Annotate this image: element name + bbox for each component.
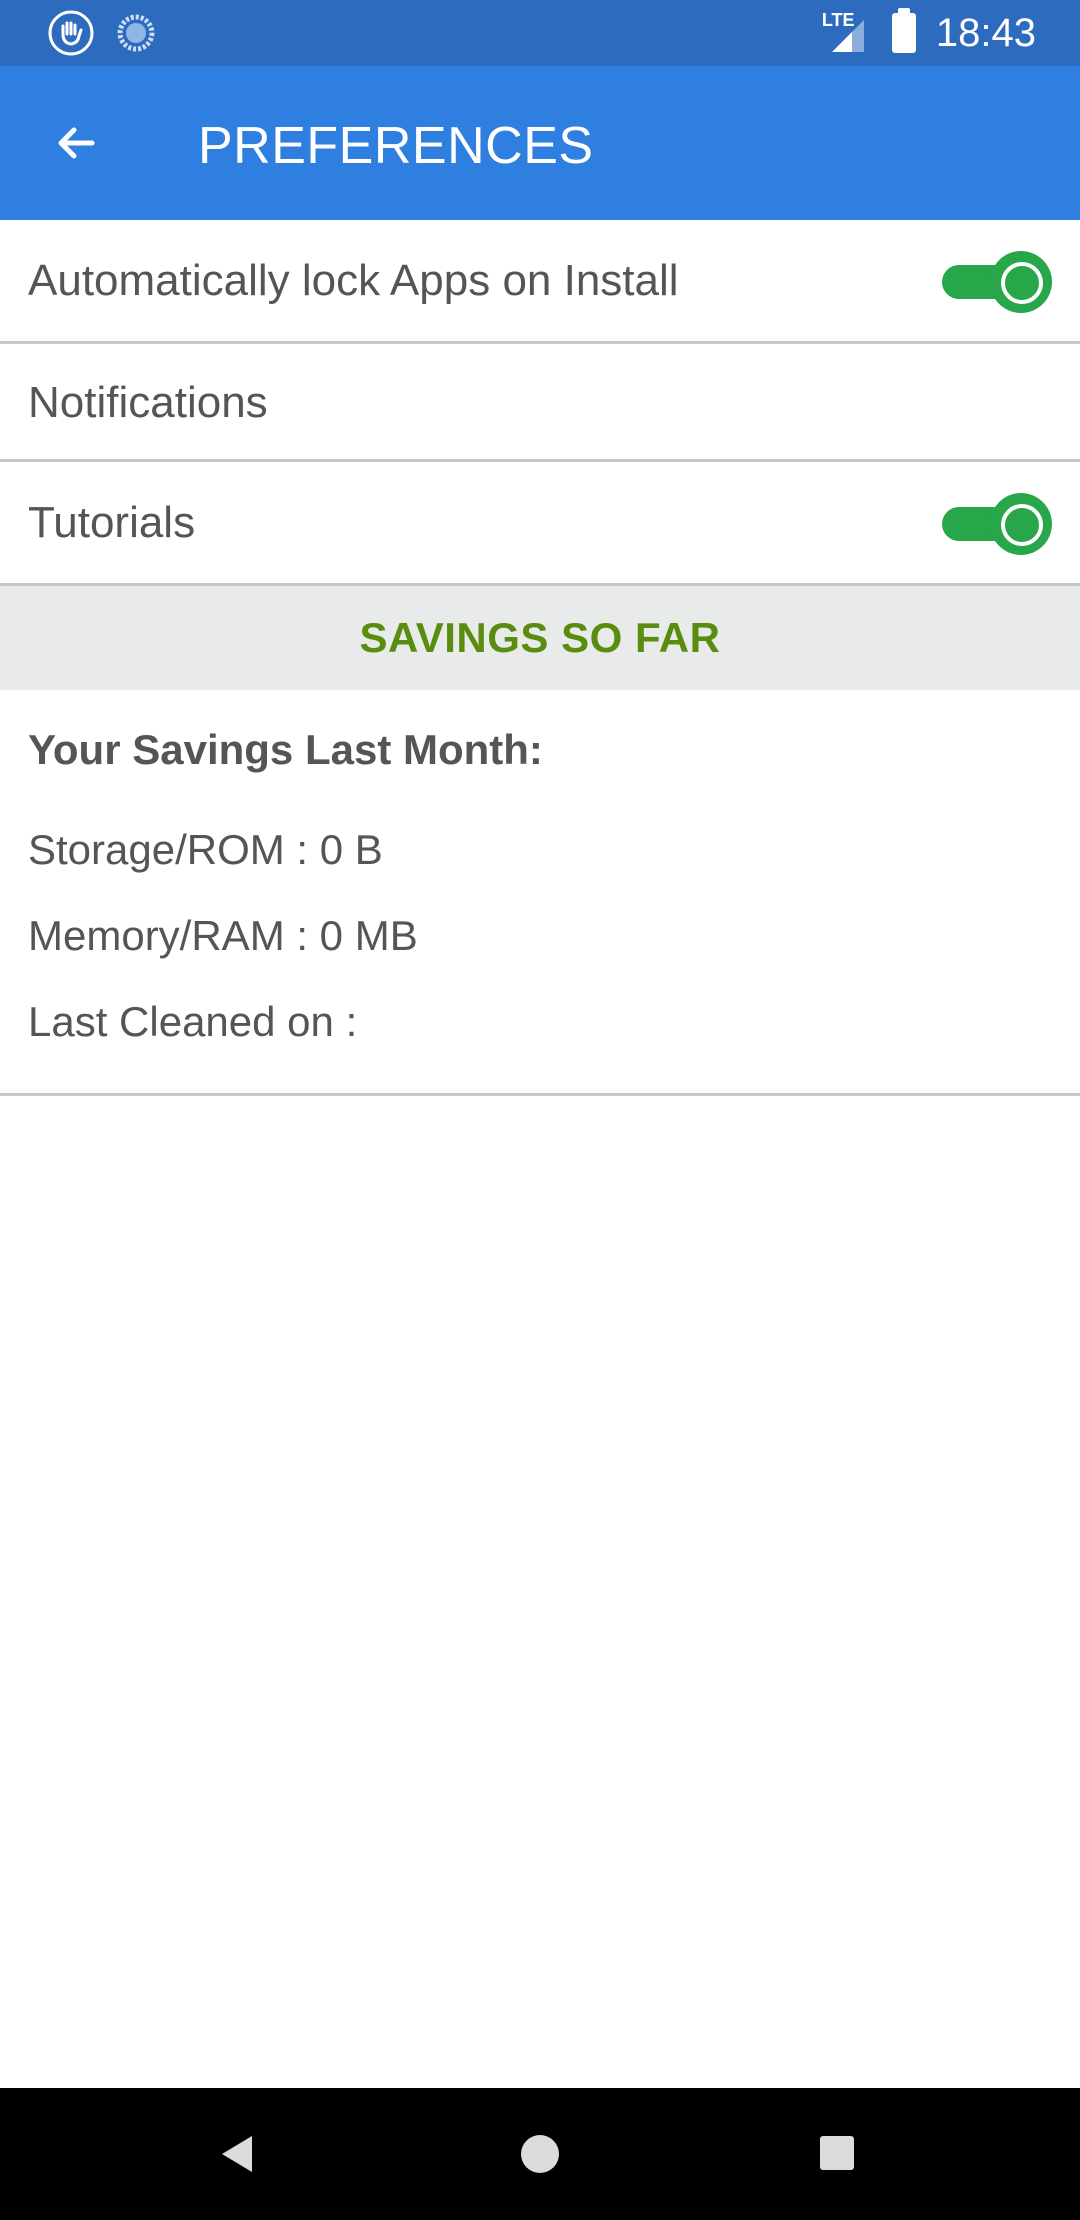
- back-icon[interactable]: [222, 2136, 252, 2172]
- page-title: PREFERENCES: [198, 117, 594, 175]
- toggle-thumb: [990, 493, 1052, 555]
- notifications-label: Notifications: [28, 378, 268, 427]
- tutorials-toggle[interactable]: [942, 493, 1052, 555]
- back-button[interactable]: [44, 111, 108, 175]
- status-right-icons: LTE 18:43: [822, 0, 1036, 66]
- status-time: 18:43: [935, 10, 1036, 55]
- storage-savings-text: Storage/ROM : 0 B: [28, 826, 383, 873]
- system-nav-bar: [0, 2088, 1080, 2220]
- tutorials-row[interactable]: Tutorials: [0, 462, 1080, 586]
- status-left-icons: [48, 10, 156, 56]
- app-bar: PREFERENCES: [0, 66, 1080, 220]
- loading-icon: [117, 14, 155, 52]
- toggle-thumb: [990, 251, 1052, 313]
- notifications-row[interactable]: Notifications: [0, 344, 1080, 462]
- recents-icon[interactable]: [820, 2136, 854, 2170]
- last-cleaned-text: Last Cleaned on :: [28, 998, 358, 1045]
- memory-savings-text: Memory/RAM : 0 MB: [28, 912, 418, 959]
- hand-icon: [48, 10, 94, 56]
- battery-icon: [891, 8, 916, 53]
- savings-section-title: SAVINGS SO FAR: [359, 614, 721, 661]
- auto-lock-toggle[interactable]: [942, 251, 1052, 313]
- home-icon[interactable]: [521, 2135, 559, 2173]
- savings-details: Your Savings Last Month: Storage/ROM : 0…: [0, 690, 1080, 1096]
- arrow-left-icon: [58, 127, 95, 159]
- auto-lock-row[interactable]: Automatically lock Apps on Install: [0, 220, 1080, 344]
- savings-section-header: SAVINGS SO FAR: [0, 586, 1080, 690]
- status-bar: LTE 18:43: [0, 0, 1080, 66]
- savings-heading: Your Savings Last Month:: [28, 726, 543, 773]
- lte-signal-icon: LTE: [822, 10, 872, 56]
- tutorials-label: Tutorials: [28, 498, 196, 547]
- auto-lock-label: Automatically lock Apps on Install: [28, 256, 679, 305]
